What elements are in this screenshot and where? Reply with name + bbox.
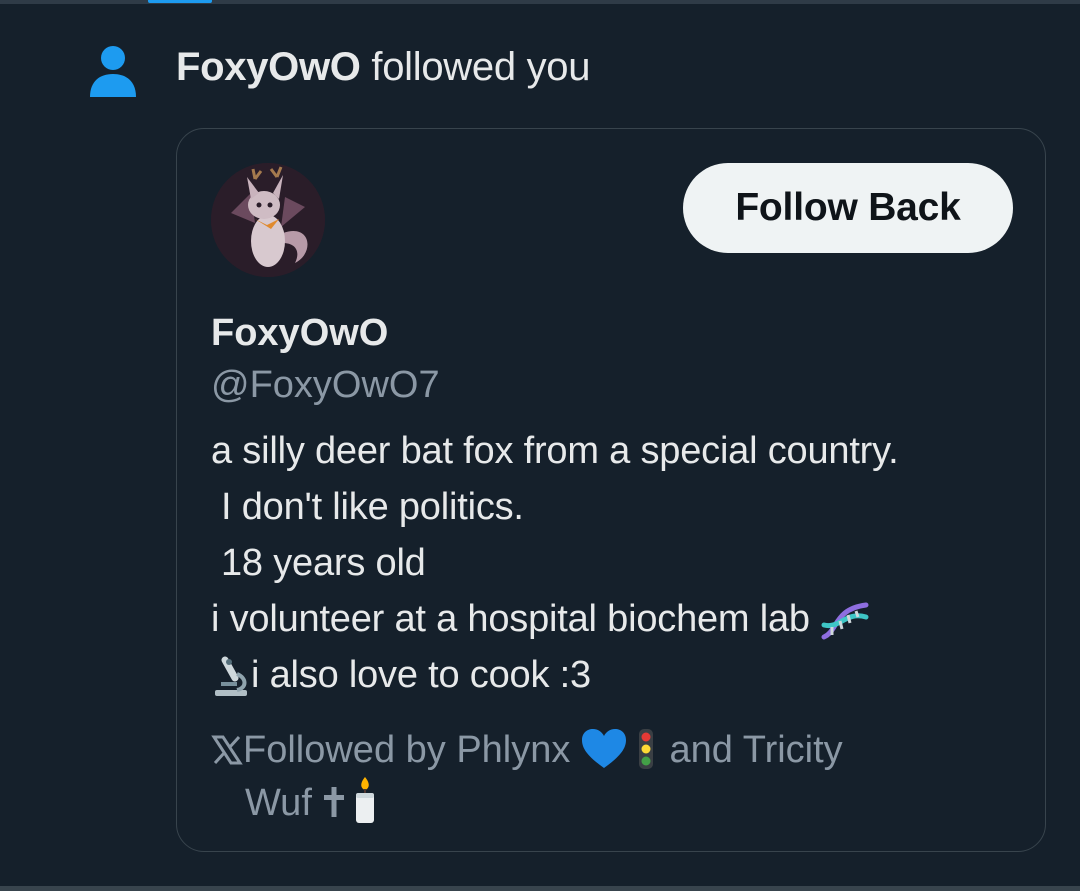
notification-action-text: followed you <box>360 45 591 89</box>
followed-by-line-1: Followed by Phlynx and Tricity <box>211 725 1021 775</box>
actor-name[interactable]: FoxyOwO <box>176 45 361 89</box>
profile-display-name[interactable]: FoxyOwO <box>211 311 388 355</box>
notification-headline[interactable]: FoxyOwO followed you <box>176 44 590 90</box>
blue-heart-emoji <box>581 729 626 768</box>
dna-emoji <box>821 602 869 640</box>
bio-line-5: i also love to cook :3 <box>211 647 1021 703</box>
avatar-image <box>211 163 325 277</box>
bio-line: 18 years old <box>221 542 426 584</box>
bio-line-4: i volunteer at a hospital biochem lab <box>211 591 1021 647</box>
x-logo-icon <box>211 735 243 765</box>
microscope-emoji <box>215 656 247 696</box>
followed-by-context[interactable]: Followed by Phlynx and Tricity Wuf <box>211 725 1021 828</box>
profile-handle[interactable]: @FoxyOwO7 <box>211 363 440 407</box>
follow-back-button[interactable]: Follow Back <box>683 163 1013 253</box>
traffic-light-emoji <box>638 729 653 769</box>
user-card[interactable]: Follow Back FoxyOwO @FoxyOwO7 a silly de… <box>176 128 1046 852</box>
bio-line-text: i volunteer at a hospital biochem lab <box>211 598 821 640</box>
bio-line: I don't like politics. <box>221 486 524 528</box>
bio-line-text: i also love to cook :3 <box>251 654 591 696</box>
followed-by-middle: and Tricity <box>658 729 843 771</box>
candle-emoji <box>356 777 375 823</box>
profile-bio: a silly deer bat fox from a special coun… <box>211 423 1021 703</box>
notification-screen: FoxyOwO followed you Follow Back FoxyOwO… <box>0 0 1080 891</box>
cross-emoji <box>324 787 345 817</box>
person-icon <box>90 46 136 97</box>
bio-line: a silly deer bat fox from a special coun… <box>211 430 899 472</box>
avatar[interactable] <box>211 163 325 277</box>
followed-by-prefix: Followed by Phlynx <box>243 729 581 771</box>
bottom-divider <box>0 886 1080 891</box>
followed-by-line-2: Wuf <box>211 775 1021 828</box>
active-tab-indicator <box>148 0 212 3</box>
followed-by-line-2-text: Wuf <box>245 782 323 824</box>
